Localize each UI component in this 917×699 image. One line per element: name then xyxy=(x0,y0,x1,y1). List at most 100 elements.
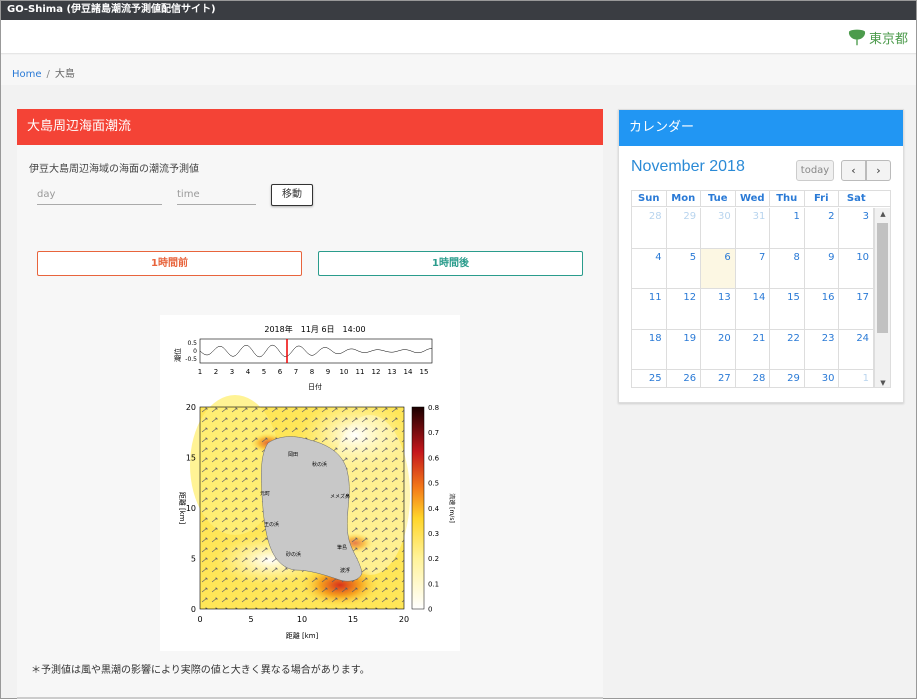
tide-tick: 0 xyxy=(193,348,197,355)
calendar-day-cell[interactable]: 11 xyxy=(632,289,667,329)
day-tick-label: 1 xyxy=(198,368,202,376)
window-title: GO-Shima (伊豆諸島潮流予測値配信サイト) xyxy=(1,1,916,20)
place-name: 秋の浜 xyxy=(312,461,327,468)
calendar-day-cell[interactable]: 14 xyxy=(736,289,771,329)
move-button[interactable]: 移動 xyxy=(271,184,313,206)
chevron-left-icon: ‹ xyxy=(851,164,856,177)
today-button[interactable]: today xyxy=(796,160,834,181)
weekday-label: Mon xyxy=(667,191,701,206)
weekday-label: Tue xyxy=(701,191,736,206)
calendar-day-cell[interactable]: 2 xyxy=(805,208,840,248)
place-name: 王の浜 xyxy=(264,521,279,528)
map-xlabel: 距離 [km] xyxy=(286,631,319,640)
breadcrumb-separator: / xyxy=(46,69,50,80)
scroll-up-icon[interactable]: ▲ xyxy=(875,208,890,220)
day-tick-label: 9 xyxy=(326,368,330,376)
calendar-grid: Sun Mon Tue Wed Thu Fri Sat 28 29 30 31 1 2 3 4 5 6 7 8 9 1… xyxy=(631,190,891,388)
speed-colorbar xyxy=(411,406,425,610)
map-ylabel: 距離 [km] xyxy=(178,492,187,525)
breadcrumb: Home / 大島 xyxy=(1,55,916,85)
map-ytick-label: 15 xyxy=(186,454,196,463)
map-ytick-label: 5 xyxy=(191,555,196,564)
map-xtick-label: 10 xyxy=(297,615,307,624)
calendar-day-cell[interactable]: 8 xyxy=(770,248,805,288)
tokyo-logo[interactable]: 東京都 xyxy=(848,28,908,47)
calendar-day-cell[interactable]: 26 xyxy=(667,370,702,387)
next-hour-button[interactable]: 1時間後 xyxy=(318,251,583,276)
tide-tick: 0.5 xyxy=(187,340,197,347)
calendar-day-cell[interactable]: 10 xyxy=(839,248,875,288)
colorbar-tick-label: 0.4 xyxy=(428,505,440,513)
scroll-down-icon[interactable]: ▼ xyxy=(875,377,890,387)
scroll-thumb[interactable] xyxy=(877,223,888,333)
place-name: 元町 xyxy=(260,491,270,497)
calendar-day-cell[interactable]: 9 xyxy=(805,248,840,288)
calendar-day-cell[interactable]: 16 xyxy=(805,289,840,329)
breadcrumb-home-link[interactable]: Home xyxy=(12,69,42,80)
calendar-day-cell[interactable]: 1 xyxy=(770,208,805,248)
calendar-day-cell[interactable]: 6 xyxy=(701,248,736,288)
day-tick-label: 10 xyxy=(340,368,349,376)
chevron-right-icon: › xyxy=(876,164,881,177)
calendar-day-cell[interactable]: 1 xyxy=(839,370,875,387)
calendar-day-cell[interactable]: 18 xyxy=(632,329,667,369)
place-name: 筆島 xyxy=(337,544,347,551)
calendar-day-cell[interactable]: 28 xyxy=(736,370,771,387)
calendar-day-cell[interactable]: 25 xyxy=(632,370,667,387)
calendar-day-cell[interactable]: 23 xyxy=(805,329,840,369)
forecast-disclaimer: ＊予測値は風や黒潮の影響により実際の値と大きく異なる場合があります。 xyxy=(31,665,370,676)
calendar-day-cell[interactable]: 15 xyxy=(770,289,805,329)
place-name: 岡田 xyxy=(288,452,298,458)
colorbar-tick-label: 0.7 xyxy=(428,429,439,437)
calendar-day-cell[interactable]: 30 xyxy=(805,370,840,387)
time-input[interactable]: time xyxy=(177,185,256,205)
weekday-label: Fri xyxy=(805,191,839,206)
prev-hour-button[interactable]: 1時間前 xyxy=(37,251,302,276)
calendar-day-cell[interactable]: 27 xyxy=(701,370,736,387)
tide-current-forecast-image: 2018年 11月 6日 14:00 潮位 0.5 0 -0.5 1234567… xyxy=(160,315,460,651)
calendar-day-cell[interactable]: 29 xyxy=(770,370,805,387)
colorbar-tick-label: 0 xyxy=(428,606,432,614)
calendar-day-cell[interactable]: 13 xyxy=(701,289,736,329)
calendar-day-cell[interactable]: 30 xyxy=(701,208,736,248)
calendar-day-cell[interactable]: 28 xyxy=(632,208,667,248)
day-tick-label: 3 xyxy=(230,368,234,376)
colorbar-label: 流速 [m/s] xyxy=(448,493,456,523)
place-name: メメズ鼻 xyxy=(330,493,350,500)
next-month-button[interactable]: › xyxy=(866,160,891,181)
map-xtick-label: 15 xyxy=(348,615,358,624)
weekday-label: Sat xyxy=(846,193,866,204)
calendar-week-row: 25 26 27 28 29 30 1 xyxy=(632,370,875,387)
colorbar-tick-label: 0.2 xyxy=(428,555,439,563)
calendar-title: カレンダー xyxy=(619,110,903,146)
calendar-day-cell[interactable]: 20 xyxy=(701,329,736,369)
calendar-scrollbar[interactable]: ▲ ▼ xyxy=(874,208,890,387)
calendar-day-cell[interactable]: 31 xyxy=(736,208,771,248)
calendar-weeks: 28 29 30 31 1 2 3 4 5 6 7 8 9 10 11 12 13 14 15 16 17 18 19 20 2… xyxy=(632,208,875,387)
calendar-day-cell[interactable]: 22 xyxy=(770,329,805,369)
calendar-day-cell[interactable]: 19 xyxy=(667,329,702,369)
map-xtick-label: 20 xyxy=(399,615,409,624)
day-tick-label: 11 xyxy=(356,368,365,376)
calendar-day-cell[interactable]: 21 xyxy=(736,329,771,369)
day-tick-label: 5 xyxy=(262,368,266,376)
prev-month-button[interactable]: ‹ xyxy=(841,160,866,181)
calendar-week-row: 28 29 30 31 1 2 3 xyxy=(632,208,875,249)
calendar-day-cell[interactable]: 12 xyxy=(667,289,702,329)
calendar-day-cell[interactable]: 4 xyxy=(632,248,667,288)
calendar-day-cell[interactable]: 17 xyxy=(839,289,875,329)
calendar-day-cell[interactable]: 29 xyxy=(667,208,702,248)
panel-title: 大島周辺海面潮流 xyxy=(17,109,603,145)
calendar-day-cell[interactable]: 3 xyxy=(839,208,875,248)
panel-description: 伊豆大島周辺海域の海面の潮流予測値 xyxy=(29,164,199,175)
day-tick-label: 7 xyxy=(294,368,298,376)
map-xtick-label: 0 xyxy=(197,615,202,624)
calendar-week-row: 4 5 6 7 8 9 10 xyxy=(632,248,875,289)
colorbar-tick-label: 0.3 xyxy=(428,530,439,538)
day-tick-label: 4 xyxy=(246,368,251,376)
day-input[interactable]: day xyxy=(37,185,162,205)
calendar-day-cell[interactable]: 5 xyxy=(667,248,702,288)
calendar-day-cell[interactable]: 7 xyxy=(736,248,771,288)
calendar-day-cell[interactable]: 24 xyxy=(839,329,875,369)
logo-text: 東京都 xyxy=(868,32,908,47)
